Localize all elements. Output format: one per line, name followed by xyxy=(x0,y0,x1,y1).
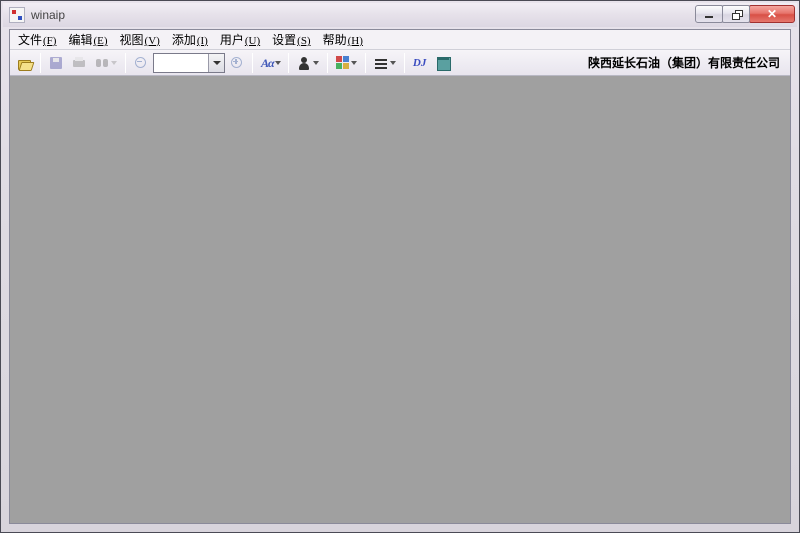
print-icon xyxy=(71,55,87,71)
zoom-out-icon xyxy=(133,55,149,71)
list-button[interactable] xyxy=(370,52,400,74)
separator xyxy=(288,53,289,73)
window-controls: ✕ xyxy=(696,5,795,25)
font-icon: Aα xyxy=(260,55,275,71)
close-icon: ✕ xyxy=(767,8,777,20)
mdi-workspace xyxy=(10,76,790,523)
user-icon xyxy=(296,55,312,71)
menu-view[interactable]: 视图(V) xyxy=(114,29,166,50)
minimize-button[interactable] xyxy=(695,5,723,23)
chevron-down-icon xyxy=(110,61,118,65)
zoom-in-button xyxy=(226,52,248,74)
menu-bar: 文件(F) 编辑(E) 视图(V) 添加(I) 用户(U) 设置(S) 帮助(H… xyxy=(10,30,790,50)
separator xyxy=(125,53,126,73)
zoom-out-button xyxy=(130,52,152,74)
client-area: 文件(F) 编辑(E) 视图(V) 添加(I) 用户(U) 设置(S) 帮助(H… xyxy=(9,29,791,524)
save-icon xyxy=(48,55,64,71)
print-button xyxy=(68,52,90,74)
menu-settings[interactable]: 设置(S) xyxy=(266,29,316,50)
dj-button[interactable]: DJ xyxy=(409,52,431,74)
separator xyxy=(252,53,253,73)
panel-icon xyxy=(435,55,451,71)
menu-add[interactable]: 添加(I) xyxy=(166,29,214,50)
user-button[interactable] xyxy=(293,52,323,74)
zoom-in-icon xyxy=(229,55,245,71)
zoom-combo-button[interactable] xyxy=(208,54,224,72)
color-grid-button[interactable] xyxy=(332,52,361,74)
menu-file[interactable]: 文件(F) xyxy=(12,29,62,50)
binoculars-icon xyxy=(94,55,110,71)
list-icon xyxy=(373,55,389,71)
panel-button[interactable] xyxy=(432,52,454,74)
chevron-down-icon xyxy=(275,61,281,65)
separator xyxy=(404,53,405,73)
close-button[interactable]: ✕ xyxy=(749,5,795,23)
color-grid-icon xyxy=(336,56,349,69)
save-button xyxy=(45,52,67,74)
menu-help[interactable]: 帮助(H) xyxy=(317,29,369,50)
chevron-down-icon xyxy=(312,61,320,65)
maximize-button[interactable] xyxy=(722,5,750,23)
window-title: winaip xyxy=(31,8,65,22)
chevron-down-icon xyxy=(350,61,358,65)
menu-user[interactable]: 用户(U) xyxy=(214,29,266,50)
open-folder-icon xyxy=(17,55,33,71)
zoom-combo[interactable] xyxy=(153,53,225,73)
menu-edit[interactable]: 编辑(E) xyxy=(62,29,113,50)
window-frame: winaip ✕ 文件(F) 编辑(E) 视图(V) 添加(I) 用户(U) 设… xyxy=(0,0,800,533)
company-label: 陕西延长石油（集团）有限责任公司 xyxy=(588,54,786,71)
separator xyxy=(40,53,41,73)
title-bar[interactable]: winaip ✕ xyxy=(3,3,797,27)
toolbar: Aα DJ 陕西延长石油（集团）有限责任公司 xyxy=(10,50,790,76)
separator xyxy=(365,53,366,73)
open-button[interactable] xyxy=(14,52,36,74)
font-button[interactable]: Aα xyxy=(257,52,284,74)
separator xyxy=(327,53,328,73)
app-icon xyxy=(9,7,25,23)
find-button xyxy=(91,52,121,74)
chevron-down-icon xyxy=(389,61,397,65)
dj-icon: DJ xyxy=(412,55,428,71)
